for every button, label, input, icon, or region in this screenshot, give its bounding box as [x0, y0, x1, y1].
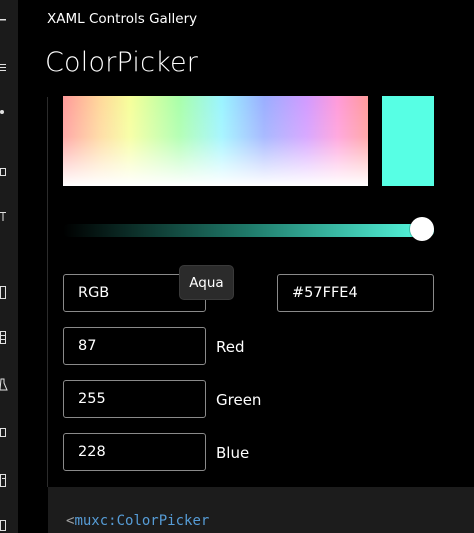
content-divider [47, 97, 48, 487]
color-name-tooltip: Aqua [179, 265, 234, 300]
hex-input[interactable]: #57FFE4 [277, 274, 434, 312]
code-line: <muxc:ColorPicker [66, 513, 209, 529]
menu-icon[interactable] [0, 61, 8, 73]
grid-icon[interactable] [0, 331, 8, 344]
red-value: 87 [78, 338, 97, 354]
blue-value: 228 [78, 444, 106, 460]
tool-icon[interactable] [0, 210, 8, 222]
green-value: 255 [78, 391, 106, 407]
box-icon[interactable] [0, 427, 8, 439]
flask-icon[interactable] [0, 378, 8, 391]
nav-rail [0, 0, 18, 533]
red-input[interactable]: 87 [63, 327, 206, 365]
color-spectrum[interactable] [63, 96, 368, 186]
doc-icon[interactable] [0, 519, 8, 531]
red-label: Red [216, 338, 245, 356]
code-tag-name: muxc:ColorPicker [74, 513, 210, 529]
list-icon[interactable] [0, 474, 8, 487]
page-title: ColorPicker [45, 47, 199, 78]
hex-value: #57FFE4 [292, 285, 358, 301]
frame-icon[interactable] [0, 286, 8, 299]
square-icon[interactable] [0, 166, 8, 178]
blue-label: Blue [216, 444, 250, 462]
color-preview [382, 96, 434, 186]
green-label: Green [216, 391, 262, 409]
value-slider-track[interactable] [63, 224, 434, 237]
value-slider-thumb[interactable] [410, 217, 434, 241]
color-mode-value: RGB [78, 285, 110, 301]
app-title: XAML Controls Gallery [47, 11, 198, 27]
dash-icon[interactable] [0, 14, 8, 26]
green-input[interactable]: 255 [63, 380, 206, 418]
dot-icon[interactable] [0, 106, 8, 118]
blue-input[interactable]: 228 [63, 433, 206, 471]
